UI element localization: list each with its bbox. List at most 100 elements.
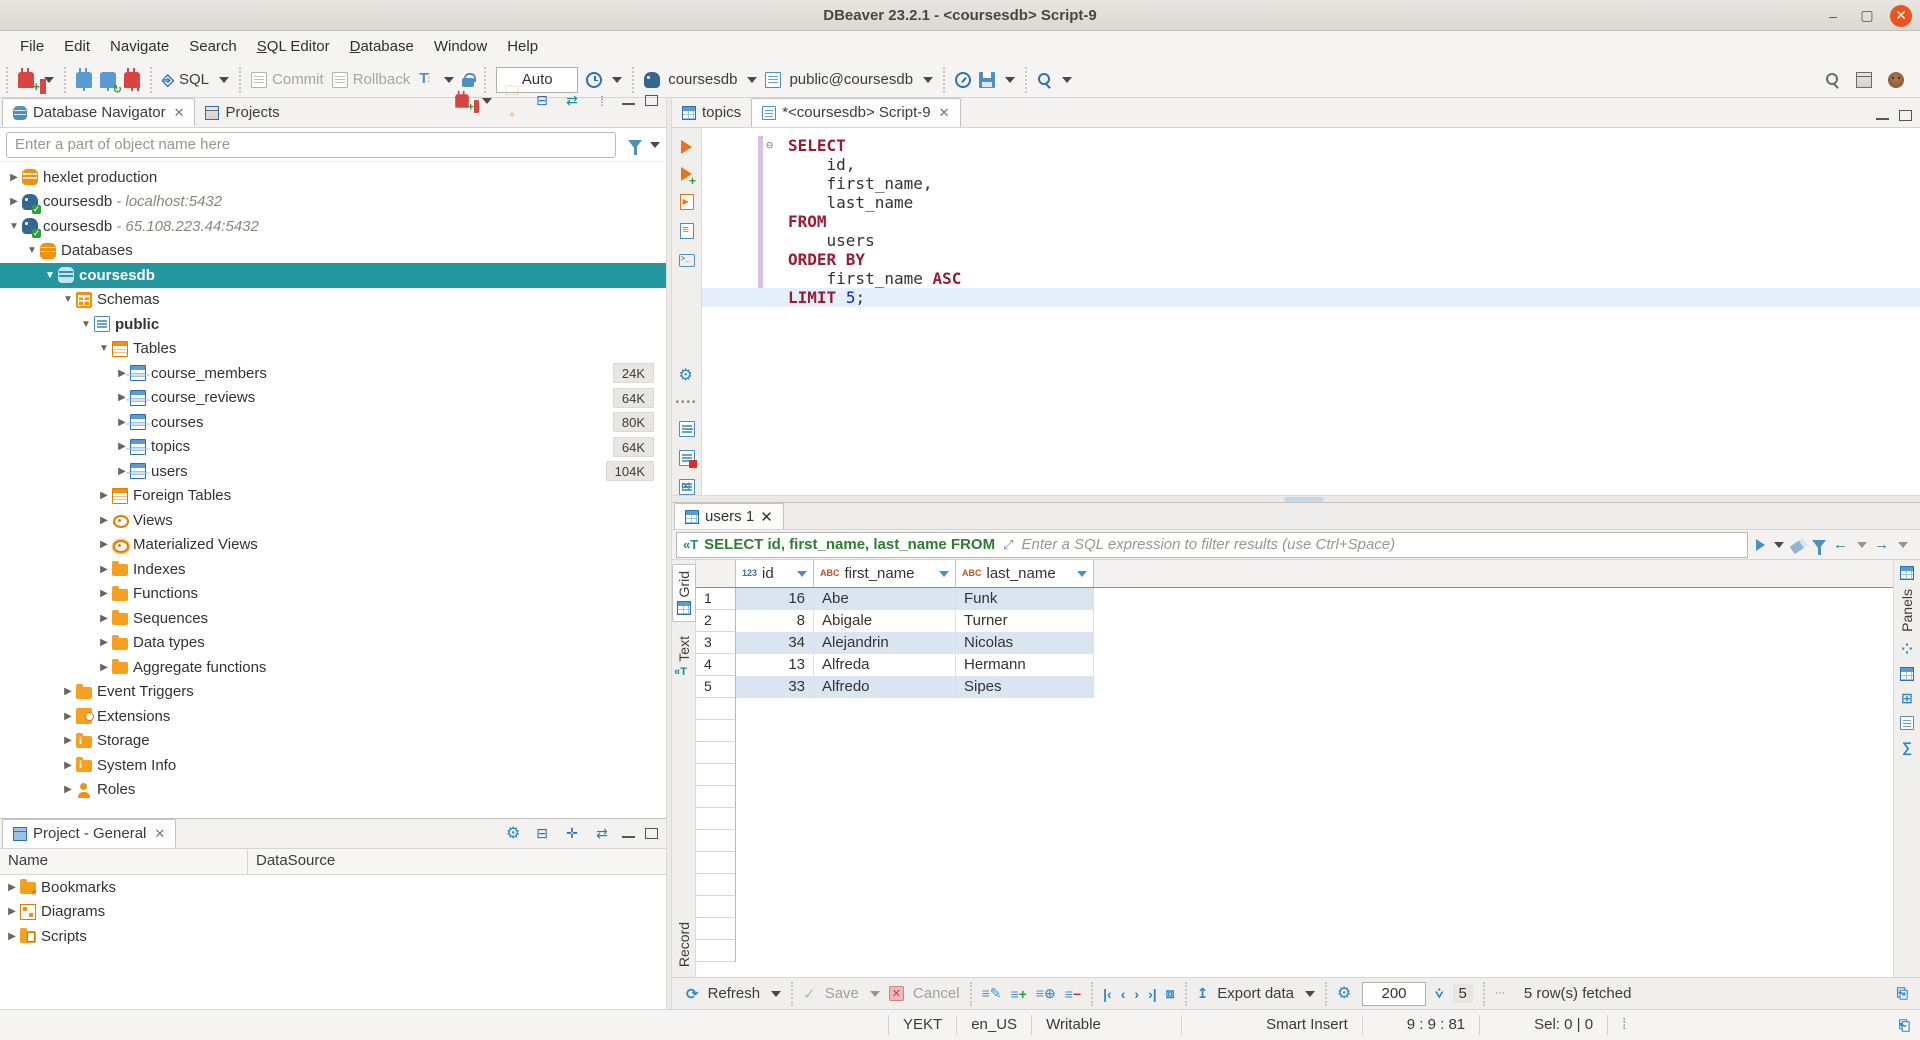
tree-item-foreign-tables[interactable]: ▶ Foreign Tables: [0, 484, 666, 509]
next-row-icon[interactable]: ›: [1134, 986, 1139, 1002]
filter-forward-icon[interactable]: →: [1874, 536, 1889, 553]
close-navigator-tab-icon[interactable]: ✕: [174, 105, 185, 121]
table-row[interactable]: 413AlfredaHermann: [696, 654, 1893, 676]
expander-icon[interactable]: ▶: [96, 637, 112, 648]
project-expand-icon[interactable]: ✛: [562, 825, 582, 842]
tree-item-indexes[interactable]: ▶ Indexes: [0, 557, 666, 582]
expander-icon[interactable]: ▶: [4, 931, 20, 942]
tree-item-storage[interactable]: ▶ Storage: [0, 729, 666, 754]
row-number[interactable]: 4: [696, 654, 736, 676]
minimize-panel-icon[interactable]: [622, 102, 635, 105]
table-row[interactable]: 28AbigaleTurner: [696, 610, 1893, 632]
tree-item-event-triggers[interactable]: ▶ Event Triggers: [0, 680, 666, 705]
project-settings-icon[interactable]: [506, 826, 522, 842]
dbeaver-perspective-icon[interactable]: [1888, 72, 1904, 88]
custom-filter-icon[interactable]: [1812, 540, 1826, 549]
expander-icon[interactable]: ▶: [60, 686, 76, 697]
apply-filter-icon[interactable]: [1756, 539, 1765, 551]
refresh-label[interactable]: Refresh: [708, 985, 761, 1002]
cell-first_name[interactable]: Abe: [814, 588, 956, 610]
expander-icon[interactable]: ▼: [24, 245, 40, 256]
tree-item-topics[interactable]: ▶ topics64K: [0, 435, 666, 460]
filter-history-dropdown[interactable]: [1774, 542, 1784, 548]
expander-icon[interactable]: ▼: [78, 319, 94, 330]
minimize-button[interactable]: –: [1822, 5, 1844, 27]
execute-new-tab-icon[interactable]: [681, 167, 692, 181]
cell-first_name[interactable]: Alfredo: [814, 676, 956, 698]
code-line[interactable]: FROM: [702, 212, 1920, 231]
expander-icon[interactable]: ▶: [96, 662, 112, 673]
menu-help[interactable]: Help: [497, 34, 548, 59]
filter-forward-dropdown[interactable]: [1898, 542, 1908, 548]
expander-icon[interactable]: ▶: [114, 466, 130, 477]
new-folder-icon[interactable]: 🗀₊: [502, 80, 522, 121]
status-caret-position[interactable]: 9 : 9 : 81: [1393, 1015, 1480, 1035]
tab-grid-view[interactable]: Grid: [672, 564, 696, 622]
cell-id[interactable]: 33: [736, 676, 814, 698]
close-button[interactable]: ✕: [1890, 5, 1912, 27]
previous-row-icon[interactable]: ‹: [1121, 986, 1126, 1002]
tree-item-hexlet-production[interactable]: ▶ hexlet production: [0, 165, 666, 190]
delete-row-icon[interactable]: ≡−: [1065, 986, 1081, 1002]
menu-window[interactable]: Window: [424, 34, 497, 59]
row-number[interactable]: 2: [696, 610, 736, 632]
grouping-panel-icon[interactable]: ⊞: [1901, 690, 1913, 707]
expander-icon[interactable]: ▶: [96, 490, 112, 501]
collapse-all-icon[interactable]: ⊟: [532, 92, 552, 109]
tree-item-databases[interactable]: ▼ Databases: [0, 239, 666, 264]
panel-connection-dropdown[interactable]: [482, 98, 492, 104]
metadata-panel-icon[interactable]: [1900, 667, 1914, 681]
perspective-icon[interactable]: [1856, 72, 1872, 88]
object-filter-input[interactable]: Enter a part of object name here: [6, 132, 616, 158]
cell-first_name[interactable]: Alfreda: [814, 654, 956, 676]
filter-funnel-icon[interactable]: [628, 140, 642, 149]
code-line[interactable]: users: [702, 231, 1920, 250]
result-settings-icon[interactable]: [1337, 986, 1353, 1002]
toggle-panels-icon[interactable]: ⎘: [1897, 985, 1908, 1002]
refresh-icon[interactable]: ⟳: [686, 985, 699, 1003]
expander-icon[interactable]: ▶: [60, 784, 76, 795]
tree-item-courses[interactable]: ▶ courses80K: [0, 410, 666, 435]
horizontal-splitter[interactable]: [672, 495, 1920, 503]
row-number[interactable]: 3: [696, 632, 736, 654]
panel-new-connection-icon[interactable]: [455, 94, 469, 108]
project-item-scripts[interactable]: ▶ Scripts: [0, 924, 666, 949]
column-name[interactable]: Name: [0, 849, 248, 874]
expander-icon[interactable]: ▶: [96, 564, 112, 575]
code-line[interactable]: id,: [702, 155, 1920, 174]
rollback-button[interactable]: Rollback: [332, 71, 411, 88]
cell-last_name[interactable]: Hermann: [956, 654, 1094, 676]
status-locale[interactable]: en_US: [957, 1015, 1032, 1035]
filter-expand-icon[interactable]: ⤢: [1003, 537, 1013, 553]
expander-icon[interactable]: ▶: [4, 882, 20, 893]
fold-marker-icon[interactable]: ⊖: [766, 136, 773, 155]
project-collapse-icon[interactable]: ⊟: [532, 825, 552, 842]
fetch-size-input[interactable]: 200: [1362, 982, 1426, 1006]
code-line[interactable]: ORDER BY: [702, 250, 1920, 269]
save-dropdown[interactable]: [1005, 77, 1015, 83]
schema-selector[interactable]: public@coursesdb: [789, 71, 913, 88]
expander-icon[interactable]: ▶: [6, 196, 22, 207]
expander-icon[interactable]: ▶: [96, 588, 112, 599]
code-line[interactable]: LIMIT 5;: [702, 288, 1920, 307]
transaction-log-button[interactable]: [418, 72, 434, 88]
result-filter-input[interactable]: «T SELECT id, first_name, last_name FROM…: [676, 532, 1748, 558]
search-dropdown[interactable]: [1062, 77, 1072, 83]
explain-plan-icon[interactable]: [680, 223, 694, 239]
export-from-query-icon[interactable]: [679, 421, 695, 437]
menu-edit[interactable]: Edit: [54, 34, 100, 59]
sql-code-area[interactable]: ⊖SELECT id, first_name, last_nameFROM us…: [702, 128, 1920, 495]
project-link-icon[interactable]: ⇄: [592, 825, 612, 842]
status-timezone[interactable]: YEKT: [888, 1015, 957, 1035]
expander-icon[interactable]: ▶: [114, 417, 130, 428]
focus-row-icon[interactable]: ⧈: [1166, 985, 1175, 1002]
tree-item-extensions[interactable]: ▶ Extensions: [0, 704, 666, 729]
expander-icon[interactable]: ▶: [114, 441, 130, 452]
open-console-icon[interactable]: [679, 254, 695, 267]
expander-icon[interactable]: ▶: [96, 515, 112, 526]
expander-icon[interactable]: ▼: [96, 343, 112, 354]
tab-database-navigator[interactable]: Database Navigator ✕: [2, 98, 195, 127]
panels-toggle-icon[interactable]: [1900, 566, 1914, 580]
close-project-tab-icon[interactable]: ✕: [154, 826, 165, 842]
cell-last_name[interactable]: Turner: [956, 610, 1094, 632]
